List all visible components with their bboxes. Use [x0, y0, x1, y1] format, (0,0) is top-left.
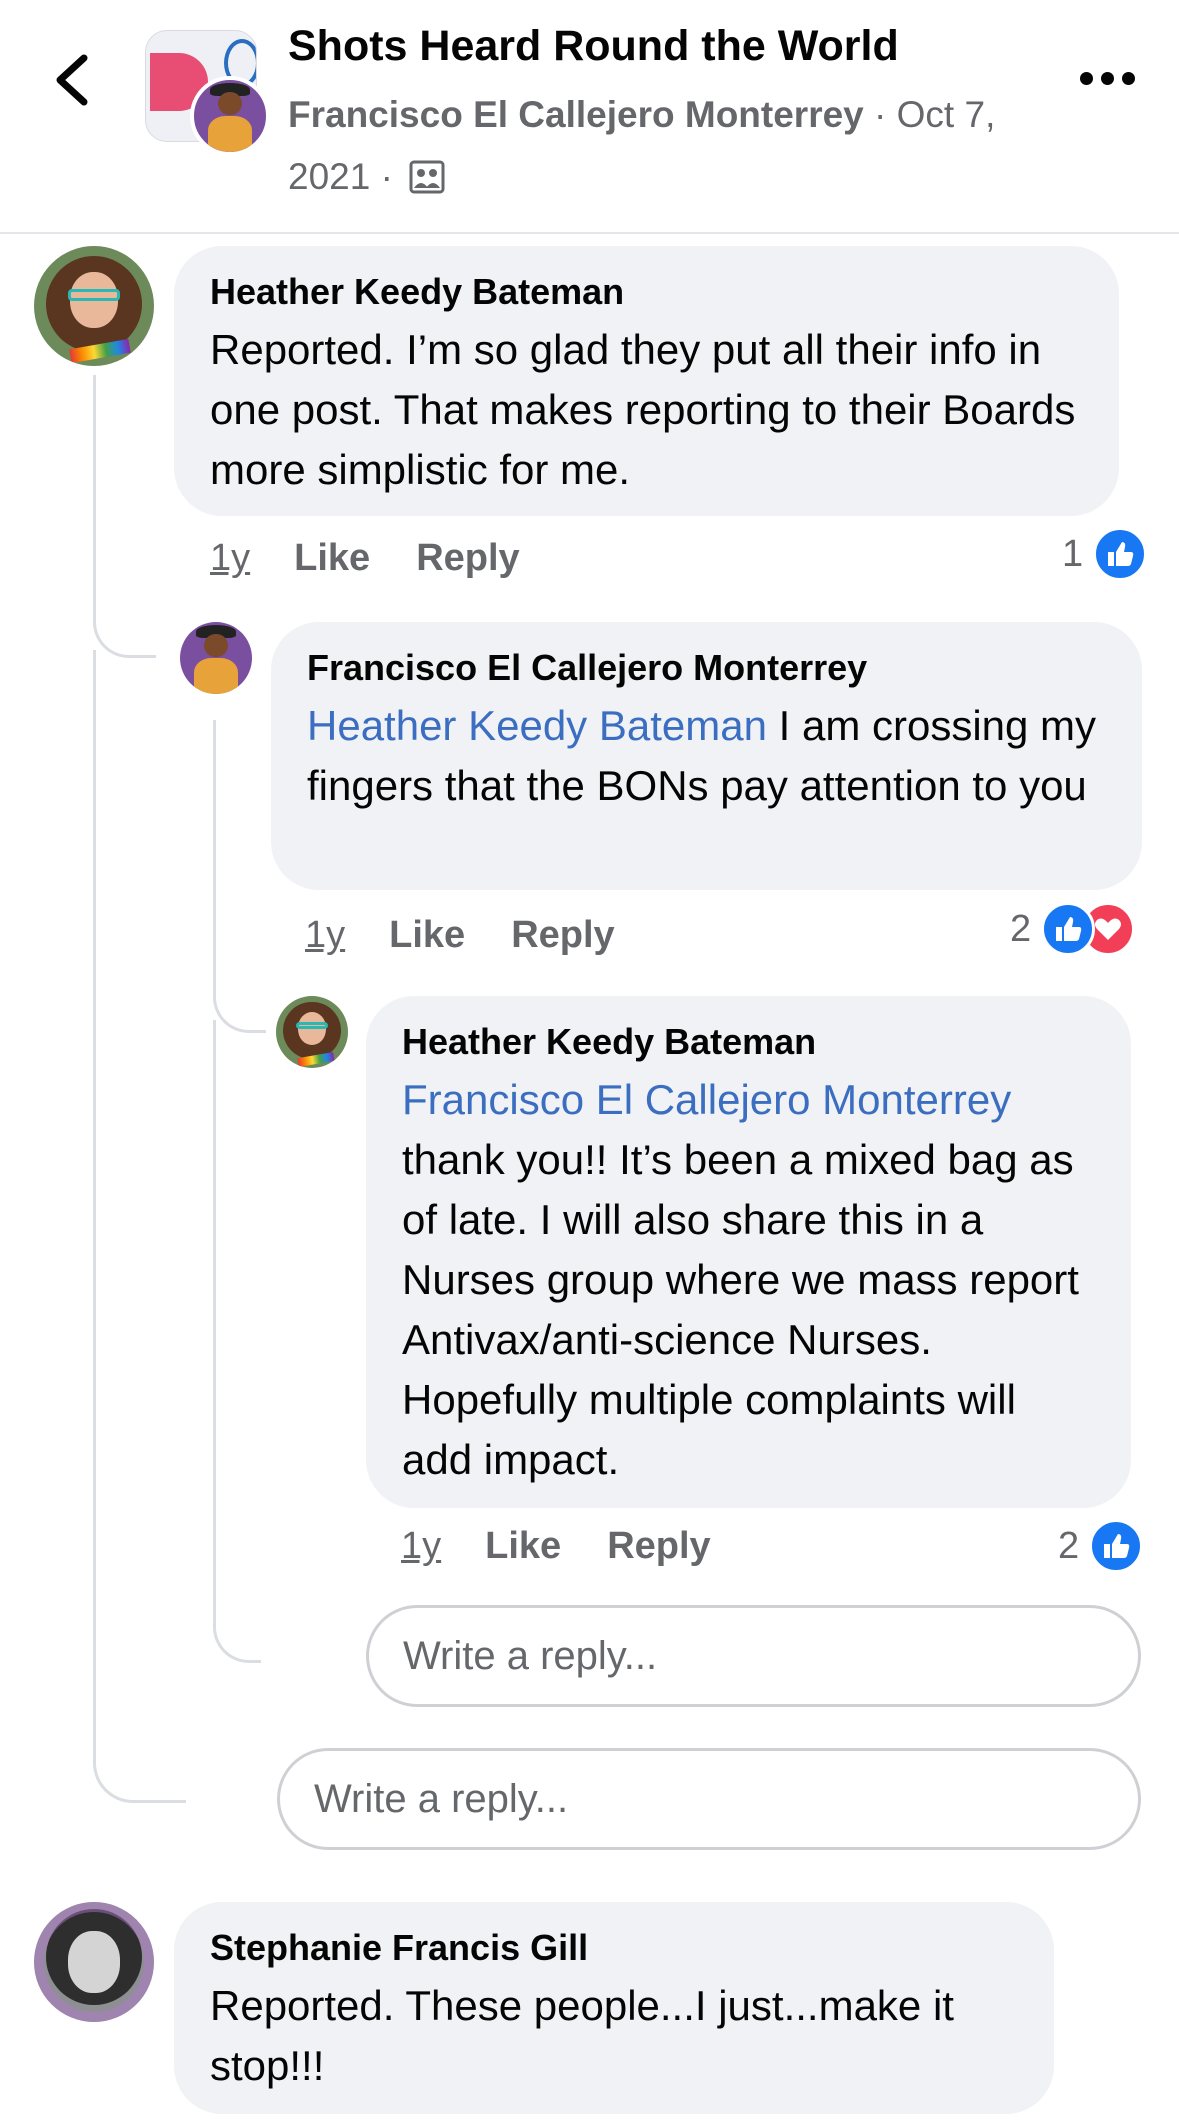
comment-time[interactable]: 1y	[305, 914, 345, 956]
comment-actions: 1y Like Reply	[210, 528, 566, 588]
poster-name[interactable]: Francisco El Callejero Monterrey	[288, 94, 864, 135]
mention-link[interactable]: Francisco El Callejero Monterrey	[402, 1070, 1095, 1130]
comment-text: Reported. I’m so glad they put all their…	[210, 326, 1076, 493]
like-button[interactable]: Like	[389, 914, 465, 956]
comment-author[interactable]: Heather Keedy Bateman	[210, 270, 1083, 314]
like-button[interactable]: Like	[294, 537, 370, 579]
comment-body: thank you!! It’s been a mixed bag as of …	[402, 1136, 1079, 1483]
comment-actions: 1y Like Reply	[401, 1516, 757, 1576]
like-reaction-icon	[1093, 527, 1148, 581]
comment-actions: 1y Like Reply	[305, 905, 661, 965]
meta-separator-2: ·	[370, 156, 404, 197]
thread-line	[213, 1020, 261, 1663]
like-reaction-icon	[1089, 1519, 1144, 1573]
post-meta: Francisco El Callejero Monterrey · Oct 7…	[288, 84, 1028, 208]
reaction-summary[interactable]: 2	[1010, 901, 1136, 957]
reply-button[interactable]: Reply	[416, 537, 519, 579]
reply-input[interactable]: Write a reply...	[277, 1748, 1141, 1850]
comment-author[interactable]: Francisco El Callejero Monterrey	[307, 646, 1106, 690]
like-reaction-icon	[1041, 902, 1096, 956]
reaction-count: 2	[1058, 1524, 1080, 1567]
reaction-summary[interactable]: 2	[1058, 1518, 1144, 1574]
comment-bubble: Stephanie Francis Gill Reported. These p…	[174, 1902, 1054, 2114]
group-audience-icon	[409, 151, 445, 194]
meta-separator: ·	[863, 94, 897, 135]
commenter-avatar[interactable]	[34, 1902, 154, 2022]
reply-bubble: Francisco El Callejero Monterrey Heather…	[271, 622, 1142, 890]
comment-author[interactable]: Stephanie Francis Gill	[210, 1926, 1018, 1970]
comment-text: Francisco El Callejero Monterrey thank yo…	[402, 1070, 1095, 1490]
poster-avatar[interactable]	[190, 76, 270, 156]
reply-input[interactable]: Write a reply...	[366, 1605, 1141, 1707]
like-button[interactable]: Like	[485, 1525, 561, 1567]
comment-author[interactable]: Heather Keedy Bateman	[402, 1020, 1095, 1064]
post-header: Shots Heard Round the World Francisco El…	[0, 0, 1179, 234]
comment-bubble: Heather Keedy Bateman Reported. I’m so g…	[174, 246, 1119, 516]
thread-line	[93, 650, 186, 1803]
commenter-avatar[interactable]	[34, 246, 154, 366]
back-chevron-icon[interactable]	[48, 50, 98, 110]
mention-link[interactable]: Heather Keedy Bateman	[307, 702, 767, 749]
thread-line	[213, 720, 266, 1033]
reply-bubble: Heather Keedy Bateman Francisco El Calle…	[366, 996, 1131, 1508]
comment-time[interactable]: 1y	[401, 1525, 441, 1567]
reaction-summary[interactable]: 1	[1062, 526, 1148, 582]
comment-text: Heather Keedy Bateman I am crossing my f…	[307, 696, 1106, 816]
reply-button[interactable]: Reply	[607, 1525, 710, 1567]
comment-text: Reported. These people...I just...make i…	[210, 1982, 954, 2089]
reply-button[interactable]: Reply	[511, 914, 614, 956]
more-options-icon[interactable]	[1080, 72, 1136, 92]
group-name[interactable]: Shots Heard Round the World	[288, 22, 899, 71]
reaction-count: 1	[1062, 532, 1084, 575]
reaction-count: 2	[1010, 907, 1032, 950]
thread-line	[93, 375, 156, 658]
commenter-avatar[interactable]	[180, 622, 252, 694]
comment-time[interactable]: 1y	[210, 537, 250, 579]
commenter-avatar[interactable]	[276, 996, 348, 1068]
